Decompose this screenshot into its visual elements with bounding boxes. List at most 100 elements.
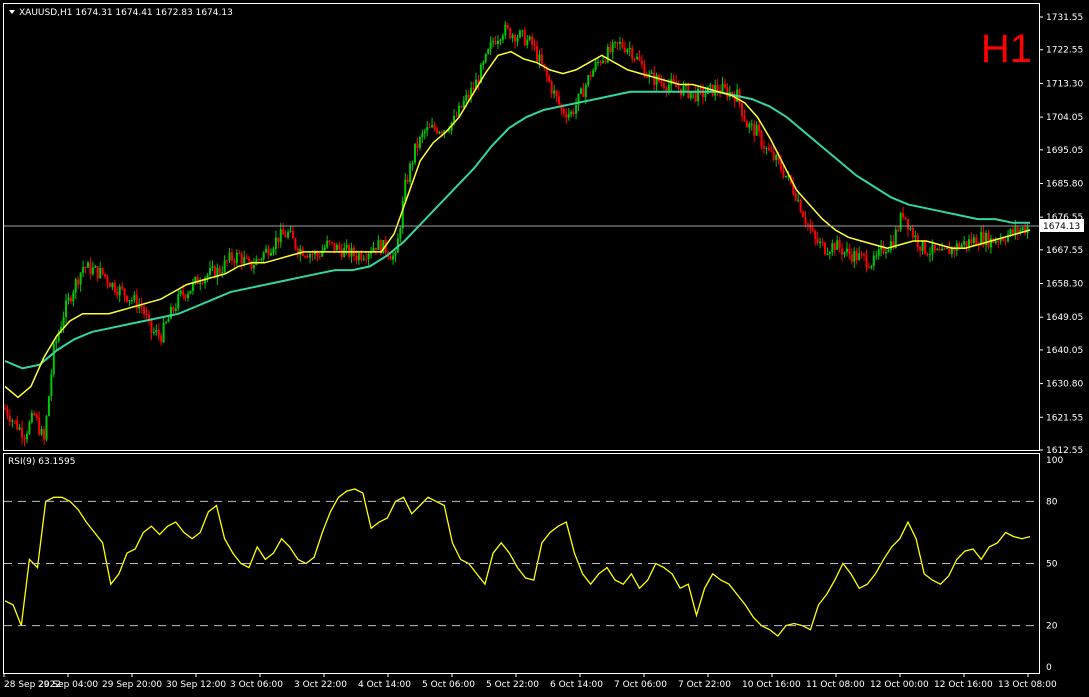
candle-body: [74, 279, 77, 293]
candle-body: [374, 247, 377, 250]
candle-body: [863, 253, 866, 256]
candle-body: [572, 111, 575, 114]
candle-body: [697, 88, 700, 102]
candle-body: [557, 96, 560, 105]
time-tick-label: 3 Oct 22:00: [294, 680, 347, 690]
rsi-tick-label: 100: [1046, 456, 1063, 466]
symbol-info: XAUUSD,H1 1674.31 1674.41 1672.83 1674.1…: [19, 8, 233, 18]
candle-body: [660, 81, 663, 83]
candle-body: [604, 60, 607, 63]
candle-body: [123, 288, 126, 296]
candle-body: [514, 35, 517, 42]
time-tick-label: 5 Oct 06:00: [422, 680, 475, 690]
candle-body: [1009, 229, 1012, 235]
candle-body: [77, 279, 80, 285]
candle-body: [833, 243, 836, 250]
candle-body: [128, 300, 131, 302]
candle-body: [294, 238, 297, 249]
candle-body: [265, 248, 268, 253]
candle-body: [584, 84, 587, 98]
candle-body: [963, 241, 966, 245]
candle-body: [289, 230, 292, 232]
candle-body: [277, 237, 280, 243]
candle-body: [626, 49, 629, 53]
candle-body: [382, 240, 385, 254]
candle-body: [867, 267, 870, 269]
candle-body: [701, 88, 704, 98]
candle-body: [211, 266, 214, 269]
candle-body: [831, 243, 834, 253]
price-tick-label: 1667.55: [1046, 246, 1083, 256]
price-panel-frame: [3, 3, 1040, 451]
candle-body: [104, 273, 107, 277]
candle-body: [782, 170, 785, 178]
candle-body: [326, 240, 329, 248]
current-price-label: 1674.13: [1043, 222, 1080, 232]
candle-body: [394, 252, 397, 256]
candle-body: [967, 239, 970, 247]
candle-body: [121, 286, 124, 289]
candle-body: [555, 90, 558, 97]
candle-body: [587, 75, 590, 85]
time-tick-label: 29 Sep 20:00: [102, 680, 162, 690]
candle-body: [494, 41, 497, 44]
candle-body: [889, 241, 892, 251]
candle-body: [628, 47, 631, 50]
candle-body: [462, 100, 465, 108]
time-tick-label: 12 Oct 00:00: [870, 680, 929, 690]
candle-body: [848, 248, 851, 254]
candle-body: [250, 260, 253, 269]
candle-body: [741, 103, 744, 116]
candle-body: [496, 40, 499, 44]
candle-body: [672, 79, 675, 82]
candle-body: [662, 82, 665, 88]
candle-body: [133, 295, 136, 301]
candle-body: [340, 249, 343, 258]
candle-body: [147, 315, 150, 319]
candle-body: [989, 238, 992, 248]
candle-body: [516, 37, 519, 42]
candle-body: [797, 199, 800, 201]
time-tick-label: 11 Oct 08:00: [806, 680, 865, 690]
price-axis: 1731.55 1722.55 1713.30 1704.05 1695.05 1685.…: [1039, 13, 1083, 456]
candle-body: [582, 88, 585, 98]
candle-body: [177, 294, 180, 309]
candle-body: [130, 300, 133, 302]
candle-body: [457, 105, 460, 117]
rsi-tick-label: 50: [1046, 560, 1058, 570]
dropdown-triangle-icon[interactable]: [9, 10, 15, 14]
candle-body: [521, 30, 524, 32]
candle-body: [428, 127, 431, 129]
candle-body: [45, 416, 48, 440]
candle-body: [392, 255, 395, 260]
candle-body: [806, 223, 809, 225]
time-tick-label: 6 Oct 14:00: [550, 680, 603, 690]
candle-body: [936, 249, 939, 251]
ma-fast-line: [4, 50, 1031, 399]
candle-body: [165, 322, 168, 324]
candle-body: [748, 123, 751, 128]
candle-body: [943, 248, 946, 250]
time-tick-label: 30 Sep 12:00: [166, 680, 226, 690]
candle-body: [28, 422, 31, 434]
candle-body: [221, 272, 224, 274]
candle-body: [570, 111, 573, 115]
candle-body: [499, 39, 502, 41]
candle-body: [431, 124, 434, 128]
candle-body: [33, 413, 36, 415]
price-tick-label: 1630.80: [1046, 380, 1083, 390]
candle-body: [699, 88, 702, 90]
candle-body: [106, 276, 109, 284]
candle-body: [665, 87, 668, 91]
candle-body: [902, 213, 905, 217]
candle-body: [284, 234, 287, 238]
candle-body: [152, 332, 155, 334]
candle-body: [655, 75, 658, 85]
candle-body: [619, 41, 621, 44]
candle-body: [650, 72, 653, 74]
rsi-group: [4, 488, 1031, 637]
candle-body: [172, 307, 175, 311]
price-tick-label: 1649.05: [1046, 313, 1083, 323]
price-tick-label: 1621.55: [1046, 413, 1083, 423]
candle-body: [938, 249, 941, 251]
